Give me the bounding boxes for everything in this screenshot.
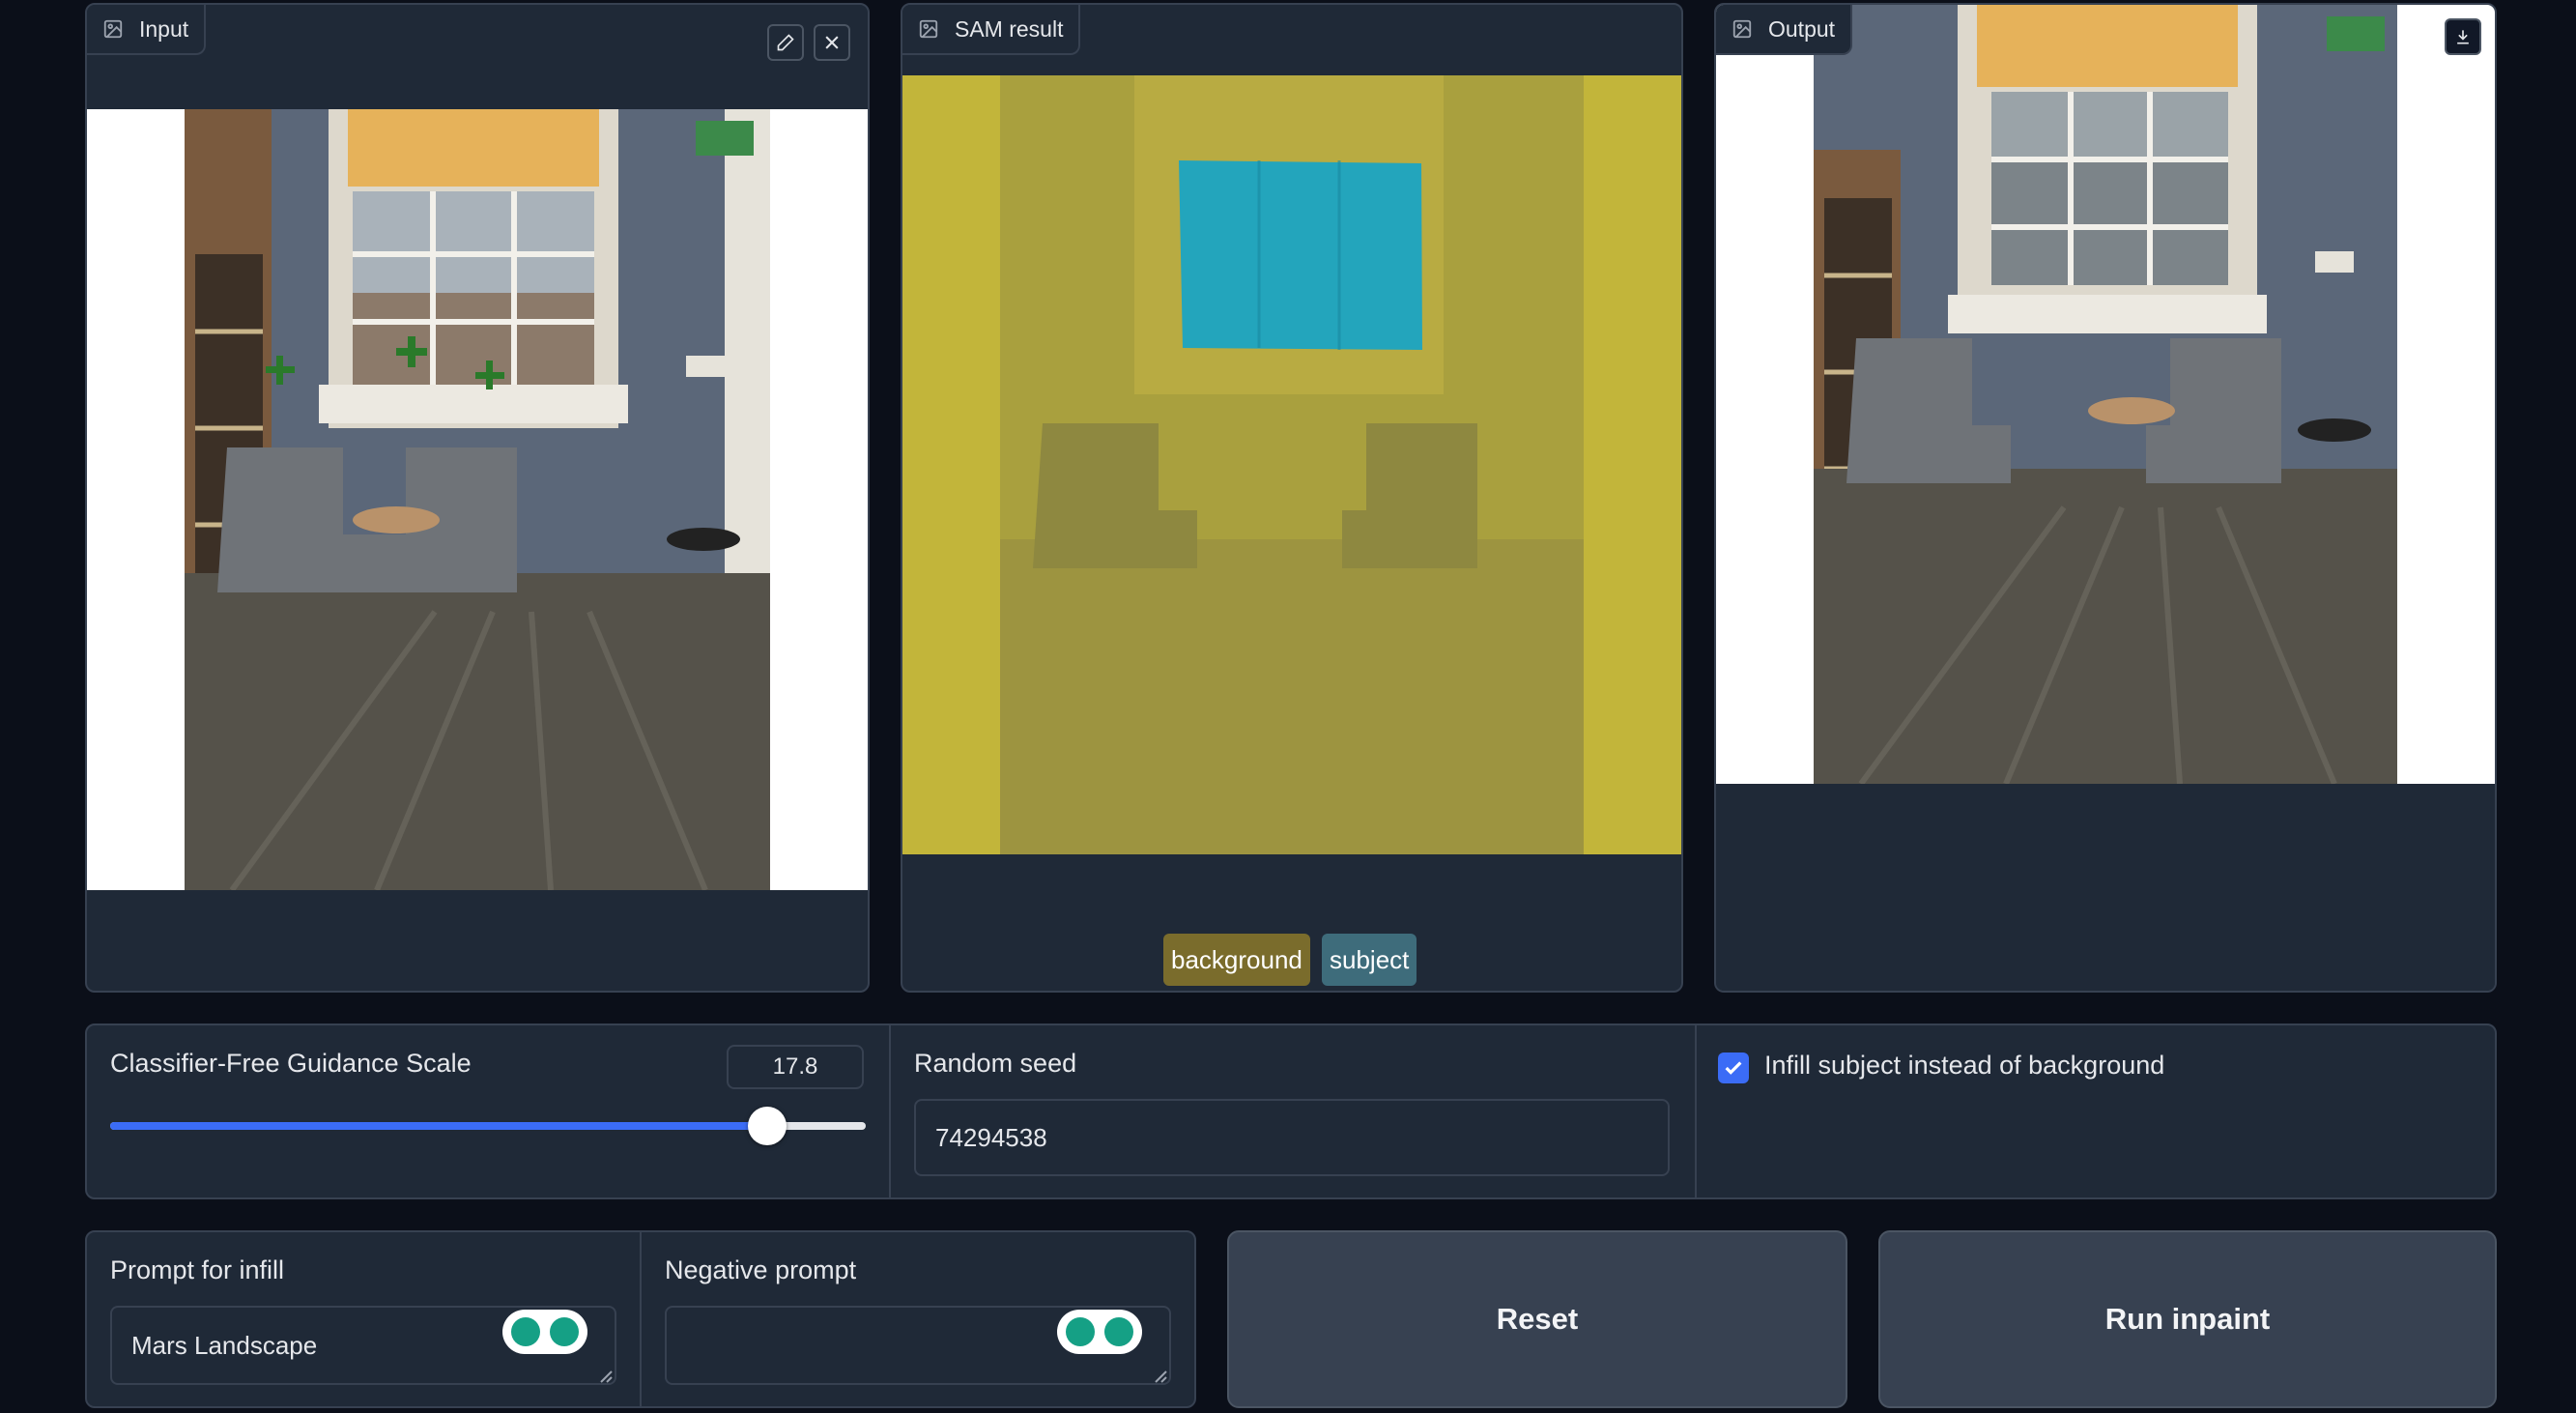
sam-result-panel: SAM result background subject [901, 3, 1683, 993]
cfg-slider[interactable] [110, 1107, 866, 1145]
cfg-label: Classifier-Free Guidance Scale [110, 1049, 472, 1078]
checkmark-icon [1725, 1061, 1742, 1075]
output-image [1716, 5, 2495, 784]
lightbulb-icon [511, 1317, 541, 1346]
reset-button[interactable]: Reset [1227, 1230, 1847, 1408]
download-icon [2457, 30, 2469, 44]
seed-input[interactable]: 74294538 [914, 1099, 1670, 1176]
close-icon [825, 36, 839, 49]
pencil-icon [777, 34, 794, 51]
legend-background: background [1163, 934, 1310, 986]
image-icon [103, 19, 123, 39]
infill-prompt-label: Prompt for infill [110, 1255, 285, 1284]
grammarly-widget[interactable] [1057, 1310, 1142, 1354]
sam-result-label: SAM result [902, 5, 1081, 55]
grammarly-widget[interactable] [502, 1310, 587, 1354]
controls-row: Classifier-Free Guidance Scale 17.8 Rand… [85, 1024, 2497, 1199]
resize-grip-icon[interactable] [1152, 1368, 1167, 1383]
image-icon [919, 19, 938, 39]
grammarly-icon [549, 1317, 579, 1346]
infill-subject-label[interactable]: Infill subject instead of background [1764, 1051, 2164, 1081]
seed-label: Random seed [914, 1049, 1077, 1078]
input-label: Input [87, 5, 207, 55]
legend-subject: subject [1322, 934, 1417, 986]
output-empty-area [1716, 784, 2495, 991]
resize-grip-icon[interactable] [597, 1368, 613, 1383]
cfg-slider-fill [110, 1122, 768, 1130]
cfg-number-input[interactable]: 17.8 [727, 1045, 864, 1089]
input-image-panel: Input [85, 3, 870, 993]
output-label: Output [1716, 5, 1853, 55]
controls-divider-1 [889, 1025, 891, 1197]
input-image[interactable] [87, 109, 868, 890]
clear-button[interactable] [814, 24, 850, 61]
prompts-panel: Prompt for infill Mars Landscape Negativ… [85, 1230, 1196, 1408]
run-inpaint-button[interactable]: Run inpaint [1878, 1230, 2497, 1408]
output-panel: Output [1714, 3, 2497, 993]
download-button[interactable] [2445, 18, 2481, 55]
infill-subject-checkbox[interactable] [1718, 1053, 1749, 1083]
edit-button[interactable] [767, 24, 804, 61]
controls-divider-2 [1695, 1025, 1697, 1197]
negative-prompt-label: Negative prompt [665, 1255, 857, 1284]
lightbulb-icon [1066, 1317, 1096, 1346]
cfg-slider-thumb[interactable] [748, 1107, 787, 1145]
image-icon [1732, 19, 1752, 39]
grammarly-icon [1103, 1317, 1133, 1346]
sam-result-image [902, 75, 1681, 854]
prompts-divider [640, 1232, 642, 1406]
